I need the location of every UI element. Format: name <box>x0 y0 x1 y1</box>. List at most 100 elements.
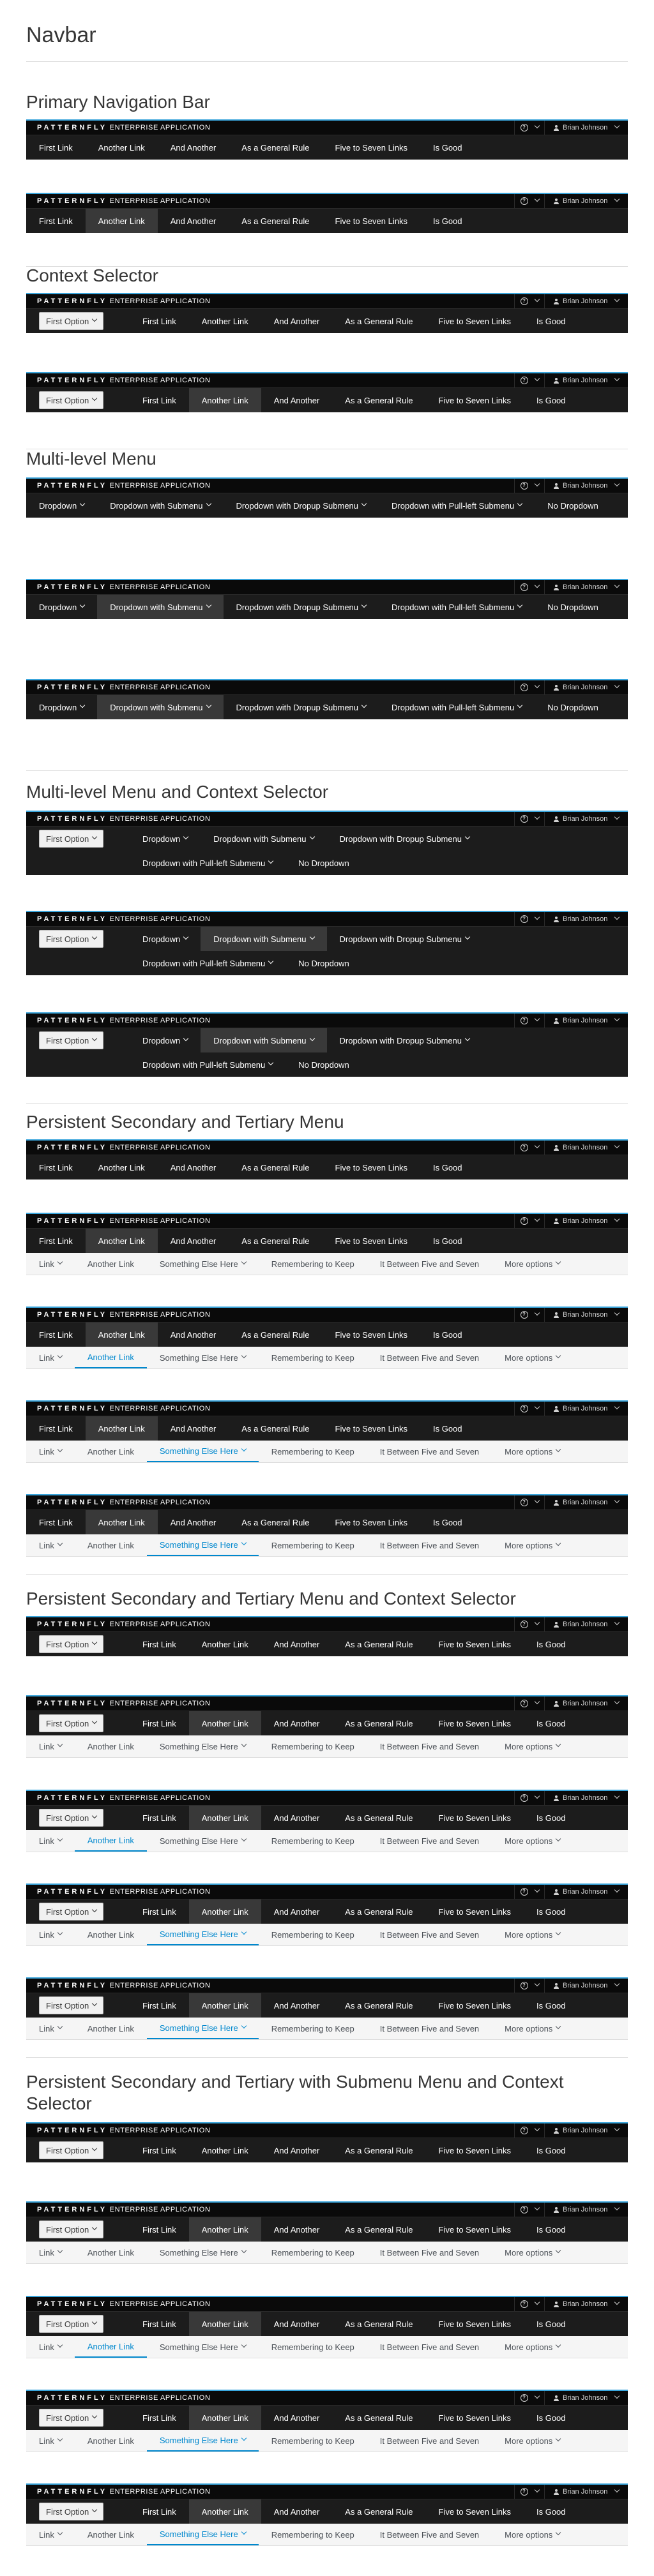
help-menu[interactable]: ? <box>514 1617 544 1631</box>
context-selector[interactable]: First Option <box>39 312 104 330</box>
nav-item-and-another[interactable]: And Another <box>261 1711 333 1735</box>
user-menu[interactable]: Brian Johnson <box>544 1308 628 1322</box>
tertiary-item-more-options[interactable]: More options <box>492 1830 573 1852</box>
brand-logo[interactable]: PATTERNFLY ENTERPRISE APPLICATION <box>37 915 211 923</box>
nav-item-as-a-general-rule[interactable]: As a General Rule <box>332 1806 425 1830</box>
nav-item-dropdown-with-submenu[interactable]: Dropdown with Submenu <box>97 493 223 518</box>
user-menu[interactable]: Brian Johnson <box>544 1696 628 1711</box>
tertiary-item-remembering-to-keep[interactable]: Remembering to Keep <box>259 1441 367 1462</box>
nav-item-as-a-general-rule[interactable]: As a General Rule <box>332 2312 425 2336</box>
help-menu[interactable]: ? <box>514 1696 544 1711</box>
tertiary-item-something-else-here[interactable]: Something Else Here <box>146 2430 259 2452</box>
brand-logo[interactable]: PATTERNFLY ENTERPRISE APPLICATION <box>37 1888 211 1896</box>
nav-item-as-a-general-rule[interactable]: As a General Rule <box>332 1899 425 1924</box>
nav-item-is-good[interactable]: Is Good <box>420 1155 475 1179</box>
tertiary-item-remembering-to-keep[interactable]: Remembering to Keep <box>259 2018 367 2039</box>
context-selector[interactable]: First Option <box>39 2141 104 2159</box>
nav-item-no-dropdown[interactable]: No Dropdown <box>285 851 362 875</box>
tertiary-item-more-options[interactable]: More options <box>492 2430 573 2452</box>
nav-item-is-good[interactable]: Is Good <box>524 1806 579 1830</box>
nav-item-five-to-seven-links[interactable]: Five to Seven Links <box>426 309 524 333</box>
nav-item-is-good[interactable]: Is Good <box>524 309 579 333</box>
nav-item-five-to-seven-links[interactable]: Five to Seven Links <box>323 1510 420 1534</box>
tertiary-item-another-link[interactable]: Another Link <box>74 1830 147 1852</box>
user-menu[interactable]: Brian Johnson <box>544 2297 628 2311</box>
tertiary-item-another-link[interactable]: Another Link <box>75 1253 147 1275</box>
tertiary-item-something-else-here[interactable]: Something Else Here <box>147 1253 259 1275</box>
help-menu[interactable]: ? <box>514 1402 544 1416</box>
nav-item-dropdown-with-pull-left-submenu[interactable]: Dropdown with Pull-left Submenu <box>130 951 285 975</box>
tertiary-item-another-link[interactable]: Another Link <box>75 2018 147 2039</box>
nav-item-and-another[interactable]: And Another <box>261 388 333 412</box>
tertiary-item-link[interactable]: Link <box>26 1830 75 1852</box>
nav-item-and-another[interactable]: And Another <box>158 1510 229 1534</box>
nav-item-five-to-seven-links[interactable]: Five to Seven Links <box>426 2217 524 2242</box>
brand-logo[interactable]: PATTERNFLY ENTERPRISE APPLICATION <box>37 2300 211 2308</box>
nav-item-another-link[interactable]: Another Link <box>188 2312 261 2336</box>
nav-item-another-link[interactable]: Another Link <box>189 309 261 333</box>
tertiary-item-another-link[interactable]: Another Link <box>75 2242 147 2263</box>
nav-item-five-to-seven-links[interactable]: Five to Seven Links <box>426 1899 524 1924</box>
nav-item-first-link[interactable]: First Link <box>26 209 86 233</box>
nav-item-first-link[interactable]: First Link <box>130 1993 189 2018</box>
user-menu[interactable]: Brian Johnson <box>544 1979 628 1993</box>
nav-item-and-another[interactable]: And Another <box>261 2312 333 2336</box>
help-menu[interactable]: ? <box>514 1141 544 1155</box>
nav-item-first-link[interactable]: First Link <box>130 309 189 333</box>
nav-item-and-another[interactable]: And Another <box>158 1322 229 1347</box>
tertiary-item-another-link[interactable]: Another Link <box>75 1534 147 1556</box>
nav-item-first-link[interactable]: First Link <box>130 2499 189 2524</box>
nav-item-first-link[interactable]: First Link <box>130 1632 189 1656</box>
nav-item-and-another[interactable]: And Another <box>261 1899 333 1924</box>
tertiary-item-link[interactable]: Link <box>26 1347 75 1368</box>
help-menu[interactable]: ? <box>514 812 544 826</box>
tertiary-item-remembering-to-keep[interactable]: Remembering to Keep <box>259 1253 367 1275</box>
tertiary-item-remembering-to-keep[interactable]: Remembering to Keep <box>259 2336 367 2358</box>
nav-item-five-to-seven-links[interactable]: Five to Seven Links <box>323 1155 420 1179</box>
help-menu[interactable]: ? <box>514 1214 544 1228</box>
tertiary-item-it-between-five-and-seven[interactable]: It Between Five and Seven <box>367 2336 492 2358</box>
nav-item-dropdown-with-submenu[interactable]: Dropdown with Submenu <box>97 595 224 619</box>
help-menu[interactable]: ? <box>514 1979 544 1993</box>
brand-logo[interactable]: PATTERNFLY ENTERPRISE APPLICATION <box>37 2488 211 2496</box>
nav-item-dropdown-with-pull-left-submenu[interactable]: Dropdown with Pull-left Submenu <box>379 695 535 719</box>
nav-item-dropdown[interactable]: Dropdown <box>26 595 97 619</box>
nav-item-five-to-seven-links[interactable]: Five to Seven Links <box>426 2138 524 2162</box>
nav-item-no-dropdown[interactable]: No Dropdown <box>535 493 611 518</box>
help-menu[interactable]: ? <box>514 580 544 594</box>
tertiary-item-something-else-here[interactable]: Something Else Here <box>146 1534 259 1556</box>
nav-item-as-a-general-rule[interactable]: As a General Rule <box>229 135 322 160</box>
tertiary-item-something-else-here[interactable]: Something Else Here <box>146 1441 259 1462</box>
tertiary-item-link[interactable]: Link <box>26 2336 75 2358</box>
context-selector[interactable]: First Option <box>39 1714 104 1732</box>
tertiary-item-remembering-to-keep[interactable]: Remembering to Keep <box>259 2524 367 2545</box>
nav-item-first-link[interactable]: First Link <box>130 1711 189 1735</box>
user-menu[interactable]: Brian Johnson <box>544 2123 628 2138</box>
tertiary-item-another-link[interactable]: Another Link <box>74 2336 147 2358</box>
nav-item-is-good[interactable]: Is Good <box>524 2406 579 2430</box>
nav-item-and-another[interactable]: And Another <box>261 309 333 333</box>
tertiary-item-something-else-here[interactable]: Something Else Here <box>147 1830 259 1852</box>
user-menu[interactable]: Brian Johnson <box>544 812 628 826</box>
brand-logo[interactable]: PATTERNFLY ENTERPRISE APPLICATION <box>37 124 211 131</box>
nav-item-another-link[interactable]: Another Link <box>85 1229 158 1253</box>
nav-item-is-good[interactable]: Is Good <box>524 2499 579 2524</box>
nav-item-another-link[interactable]: Another Link <box>189 1632 261 1656</box>
nav-item-as-a-general-rule[interactable]: As a General Rule <box>332 2217 425 2242</box>
nav-item-dropdown-with-dropup-submenu[interactable]: Dropdown with Dropup Submenu <box>327 1028 483 1052</box>
user-menu[interactable]: Brian Johnson <box>544 1141 628 1155</box>
user-menu[interactable]: Brian Johnson <box>544 1885 628 1899</box>
nav-item-another-link[interactable]: Another Link <box>188 2499 261 2524</box>
user-menu[interactable]: Brian Johnson <box>544 194 628 208</box>
nav-item-dropdown-with-pull-left-submenu[interactable]: Dropdown with Pull-left Submenu <box>379 595 535 619</box>
nav-item-first-link[interactable]: First Link <box>26 1416 86 1441</box>
nav-item-another-link[interactable]: Another Link <box>188 1806 261 1830</box>
user-menu[interactable]: Brian Johnson <box>544 1014 628 1028</box>
nav-item-and-another[interactable]: And Another <box>261 1632 333 1656</box>
nav-item-dropdown-with-dropup-submenu[interactable]: Dropdown with Dropup Submenu <box>327 927 483 951</box>
nav-item-is-good[interactable]: Is Good <box>524 1711 579 1735</box>
nav-item-five-to-seven-links[interactable]: Five to Seven Links <box>426 2499 524 2524</box>
user-menu[interactable]: Brian Johnson <box>544 121 628 135</box>
nav-item-five-to-seven-links[interactable]: Five to Seven Links <box>426 388 524 412</box>
context-selector[interactable]: First Option <box>39 1996 104 2014</box>
